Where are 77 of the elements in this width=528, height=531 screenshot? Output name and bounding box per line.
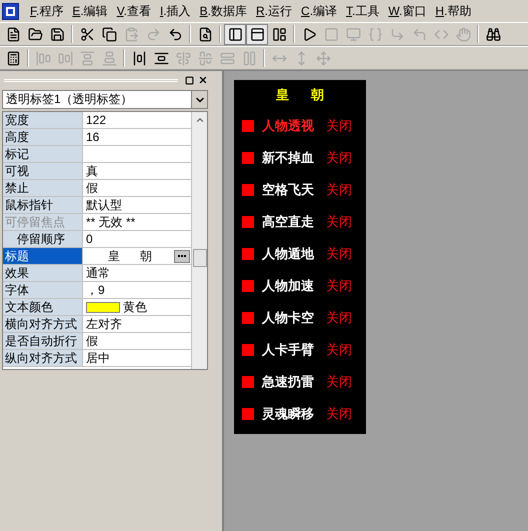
indicator-icon [242,408,254,420]
feature-status: 关闭 [326,149,352,168]
feature-status: 关闭 [326,341,352,360]
feature-status: 关闭 [326,373,352,392]
panel-icon[interactable] [224,24,246,44]
property-value: 黄色 [123,299,147,315]
property-name[interactable]: 禁止 [3,180,83,196]
property-name[interactable]: 横向对齐方式 [3,316,83,332]
feature-status: 关闭 [326,405,352,424]
property-name[interactable]: 文本颜色 [3,299,83,315]
feature-label: 人物透视 [262,117,314,136]
menu-item[interactable]: E.编辑 [68,2,112,20]
feature-label: 人卡手臂 [262,341,314,360]
maximize-button[interactable] [184,74,195,86]
property-value: 真 [86,163,98,179]
feature-label: 空格飞天 [262,181,314,200]
feature-label: 灵魂瞬移 [262,405,314,424]
menu-item[interactable]: W.窗口 [384,2,430,20]
property-name[interactable]: 是否自动折行 [3,333,83,349]
property-name[interactable]: 标记 [3,146,83,162]
feature-status: 关闭 [326,245,352,264]
feature-status: 关闭 [326,213,352,232]
feature-status: 关闭 [326,117,352,136]
feature-label: 新不掉血 [262,149,314,168]
menu-item[interactable]: B.数据库 [196,2,251,20]
property-value: 皇 朝 [107,248,154,264]
property-value: 122 [86,112,106,128]
indicator-icon [242,344,254,356]
feature-label: 人物卡空 [262,309,314,328]
property-name[interactable]: 鼠标指针 [3,197,83,213]
menu-item[interactable]: T.工具 [342,2,384,20]
property-name[interactable]: 标题 [3,248,83,264]
indicator-icon [242,248,254,260]
feature-label: 人物加速 [262,277,314,296]
object-select[interactable]: 透明标签1（透明标签） [2,90,208,109]
indicator-icon [242,184,254,196]
property-value: 左对齐 [86,316,122,332]
feature-status: 关闭 [326,181,352,200]
property-value: 通常 [86,265,110,281]
more-icon[interactable] [174,250,190,262]
menu-item[interactable]: H.帮助 [431,2,476,20]
indicator-icon [242,152,254,164]
menu-item[interactable]: I.插入 [156,2,195,20]
form-title: 皇 朝 [276,86,324,104]
property-name[interactable]: 可视 [3,163,83,179]
property-value: ** 无效 ** [86,214,136,230]
panel-icon[interactable] [246,24,268,44]
indicator-icon [242,376,254,388]
feature-label: 高空直走 [262,213,314,232]
property-value: 假 [86,180,98,196]
menu-item[interactable]: F.程序 [26,2,68,20]
feature-label: 急速扔雷 [262,373,314,392]
menu-item[interactable]: C.编译 [297,2,342,20]
property-value: 0 [86,231,93,247]
app-logo-icon [2,2,19,20]
property-name[interactable]: 高度 [3,129,83,145]
indicator-icon [242,280,254,292]
property-name[interactable]: 效果 [3,265,83,281]
feature-status: 关闭 [326,309,352,328]
menu-item[interactable]: V.查看 [112,2,155,20]
feature-status: 关闭 [326,277,352,296]
property-name[interactable]: 字体 [3,282,83,298]
indicator-icon [242,216,254,228]
property-value: 默认型 [86,197,122,213]
property-name[interactable]: 纵向对齐方式 [3,350,83,366]
property-value: 假 [86,333,98,349]
menu-item[interactable]: R.运行 [252,2,296,20]
property-value: ，9 [86,282,105,298]
indicator-icon [242,120,254,132]
close-button[interactable] [197,74,208,86]
scroll-thumb[interactable] [192,249,207,267]
property-value: 居中 [86,350,110,366]
property-value: 16 [86,129,100,145]
property-name[interactable]: 宽度 [3,112,83,128]
indicator-icon [242,312,254,324]
scroll-up-icon[interactable] [194,115,205,125]
feature-label: 人物遁地 [262,245,314,264]
